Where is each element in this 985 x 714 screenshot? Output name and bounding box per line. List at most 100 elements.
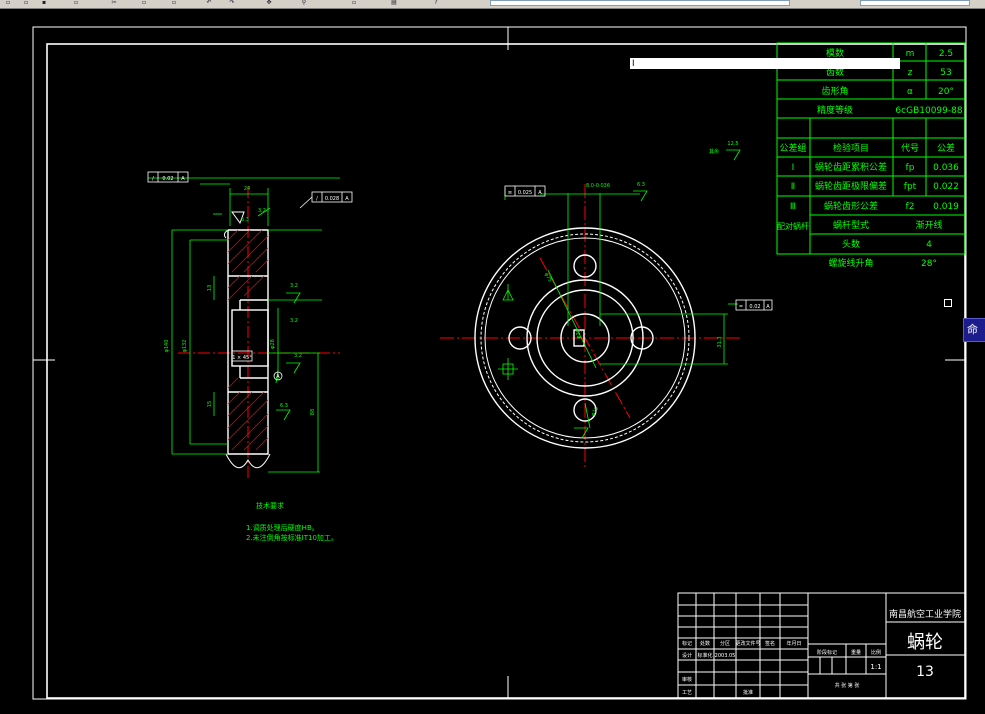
- tb-label-change: 更改文件号: [735, 640, 760, 647]
- mate-item-3: 螺旋线升角: [828, 257, 873, 269]
- tol-code-3: f2: [906, 202, 915, 212]
- dim-bore: φ28: [576, 329, 582, 339]
- tol-par-datum: A: [766, 304, 770, 310]
- dim-13: 13: [207, 285, 213, 291]
- mate-item-1: 蜗杆型式: [833, 219, 869, 231]
- mate-group-label: 配对蜗杆: [777, 221, 809, 231]
- tol-header-tolerance: 公差: [937, 142, 955, 154]
- grip-handle[interactable]: [944, 299, 952, 307]
- dim-88: 88: [310, 409, 316, 415]
- pan-icon[interactable]: ✥: [265, 0, 273, 6]
- tb-school: 南昌航空工业学院: [889, 608, 961, 620]
- tb-date: 2003.05: [715, 653, 736, 659]
- mate-value-1: 渐开线: [915, 219, 942, 231]
- param-value-teeth: 53: [940, 68, 951, 78]
- properties-icon[interactable]: ▫: [350, 0, 358, 6]
- tol-header-item: 检验项目: [833, 142, 869, 154]
- param-symbol-angle: α: [907, 87, 913, 97]
- tb-label-weight: 重量: [851, 649, 861, 656]
- svg-text:/: /: [152, 176, 154, 182]
- command-input[interactable]: [630, 58, 900, 69]
- tb-label-zone: 分区: [720, 640, 730, 647]
- layer-icon[interactable]: ▤: [390, 0, 398, 6]
- datum-marker: A: [276, 374, 280, 380]
- param-symbol-teeth: z: [908, 68, 913, 78]
- cut-icon[interactable]: ✂: [110, 0, 118, 6]
- drawing-canvas[interactable]: 模数 m 2.5 齿数 z 53 齿形角 α 20° 精度等级 6cGB1009…: [0, 8, 985, 710]
- rough-c: 3.2: [290, 318, 298, 324]
- param-label-grade: 精度等级: [817, 104, 853, 116]
- param-value-grade: 6cGB10099-88: [895, 106, 962, 116]
- drawing-frame: [32, 26, 967, 700]
- save-icon[interactable]: ▪: [40, 0, 48, 6]
- paste-icon[interactable]: ▫: [170, 0, 178, 6]
- zoom-icon[interactable]: ⚲: [300, 0, 308, 6]
- command-tab[interactable]: 命令: [963, 318, 985, 342]
- tb-label-approve: 批准: [743, 689, 753, 696]
- rough-e: 6.3: [280, 403, 288, 409]
- dim-hub-dia: φ28: [270, 339, 276, 349]
- tol-value-1: 0.036: [933, 163, 959, 173]
- keyway-chamfer: 1 × 45°: [232, 355, 252, 361]
- mate-value-3: 28°: [921, 259, 937, 269]
- note-2: 2.未注倒角按标准IT10加工。: [246, 533, 338, 542]
- dim-outer-dia: φ140: [164, 340, 170, 353]
- tol-group-2: Ⅱ: [791, 182, 795, 192]
- note-1: 1.调质处理后硬度HB。: [246, 523, 319, 532]
- new-icon[interactable]: ▫: [4, 0, 12, 6]
- tol-code-1: fp: [906, 163, 915, 173]
- tol-item-2: 蜗轮齿距极限偏差: [815, 180, 887, 192]
- undo-icon[interactable]: ↶: [205, 0, 213, 6]
- open-icon[interactable]: ▫: [22, 0, 30, 6]
- mate-value-2: 4: [926, 240, 932, 250]
- svg-text:=: =: [739, 304, 743, 310]
- tol-value-3: 0.019: [933, 202, 959, 212]
- dim-15: 15: [207, 401, 213, 407]
- rough-d: 3.2: [294, 353, 302, 359]
- tol-pos-datum: A: [345, 196, 349, 202]
- rough-a: 6.3: [241, 217, 249, 223]
- tb-label-sheets: 共 张 第 张: [835, 682, 860, 689]
- print-icon[interactable]: ▫: [72, 0, 80, 6]
- redo-icon[interactable]: ↷: [228, 0, 236, 6]
- tol-header-code: 代号: [901, 143, 919, 154]
- tb-label-signature: 签名: [765, 640, 775, 647]
- rough-other-value: 12.5: [727, 141, 738, 147]
- svg-text:/: /: [316, 196, 318, 202]
- tb-part-name: 蜗轮: [907, 632, 943, 653]
- dim-width: 24: [244, 186, 250, 192]
- rough-f: 3.2: [258, 208, 266, 214]
- tol-group-3: Ⅲ: [790, 202, 796, 212]
- param-value-angle: 20°: [938, 87, 954, 97]
- tol-value-2: 0.022: [933, 182, 959, 192]
- tb-label-stage: 阶段标记: [817, 649, 837, 656]
- rough-b: 3.2: [290, 283, 298, 289]
- svg-text:≡: ≡: [508, 190, 512, 196]
- tb-label-design: 设计: [682, 652, 692, 659]
- layer-dropdown[interactable]: [490, 0, 790, 6]
- tb-label-ymd: 年月日: [786, 640, 801, 647]
- tol-runout-datum: A: [181, 176, 185, 182]
- tol-code-2: fpt: [904, 182, 917, 192]
- tb-drawing-no: 13: [916, 664, 934, 680]
- param-value-module: 2.5: [939, 49, 953, 59]
- tb-label-ratio: 比例: [871, 649, 881, 656]
- linetype-dropdown[interactable]: [860, 0, 970, 6]
- tol-sym-value: 0.025: [518, 190, 532, 196]
- notes-title: 技术要求: [256, 501, 284, 510]
- section-view: / 0.02 A / 0.028 A 1 × 45° A 24 6.3 3.2 …: [147, 171, 353, 478]
- tol-sym-datum: A: [538, 190, 542, 196]
- dim-hole: φ10: [590, 406, 600, 417]
- tol-item-1: 蜗轮齿距累积公差: [815, 161, 887, 173]
- param-label-angle: 齿形角: [821, 85, 848, 97]
- front-view: ≡ 0.025 A = 0.02 A 8.0-0.036 6.3 31.3 φ7…: [440, 141, 773, 468]
- help-icon[interactable]: ?: [432, 0, 440, 6]
- copy-icon[interactable]: ▫: [140, 0, 148, 6]
- dim-pcd: φ75: [543, 272, 553, 283]
- tb-label-count: 处数: [700, 640, 710, 647]
- tol-pos-value: 0.028: [325, 196, 339, 202]
- rough-other-note: 其余: [709, 148, 719, 155]
- tb-scale: 1:1: [870, 663, 881, 671]
- tol-par-value: 0.02: [749, 304, 760, 310]
- tol-runout-value: 0.02: [162, 176, 173, 182]
